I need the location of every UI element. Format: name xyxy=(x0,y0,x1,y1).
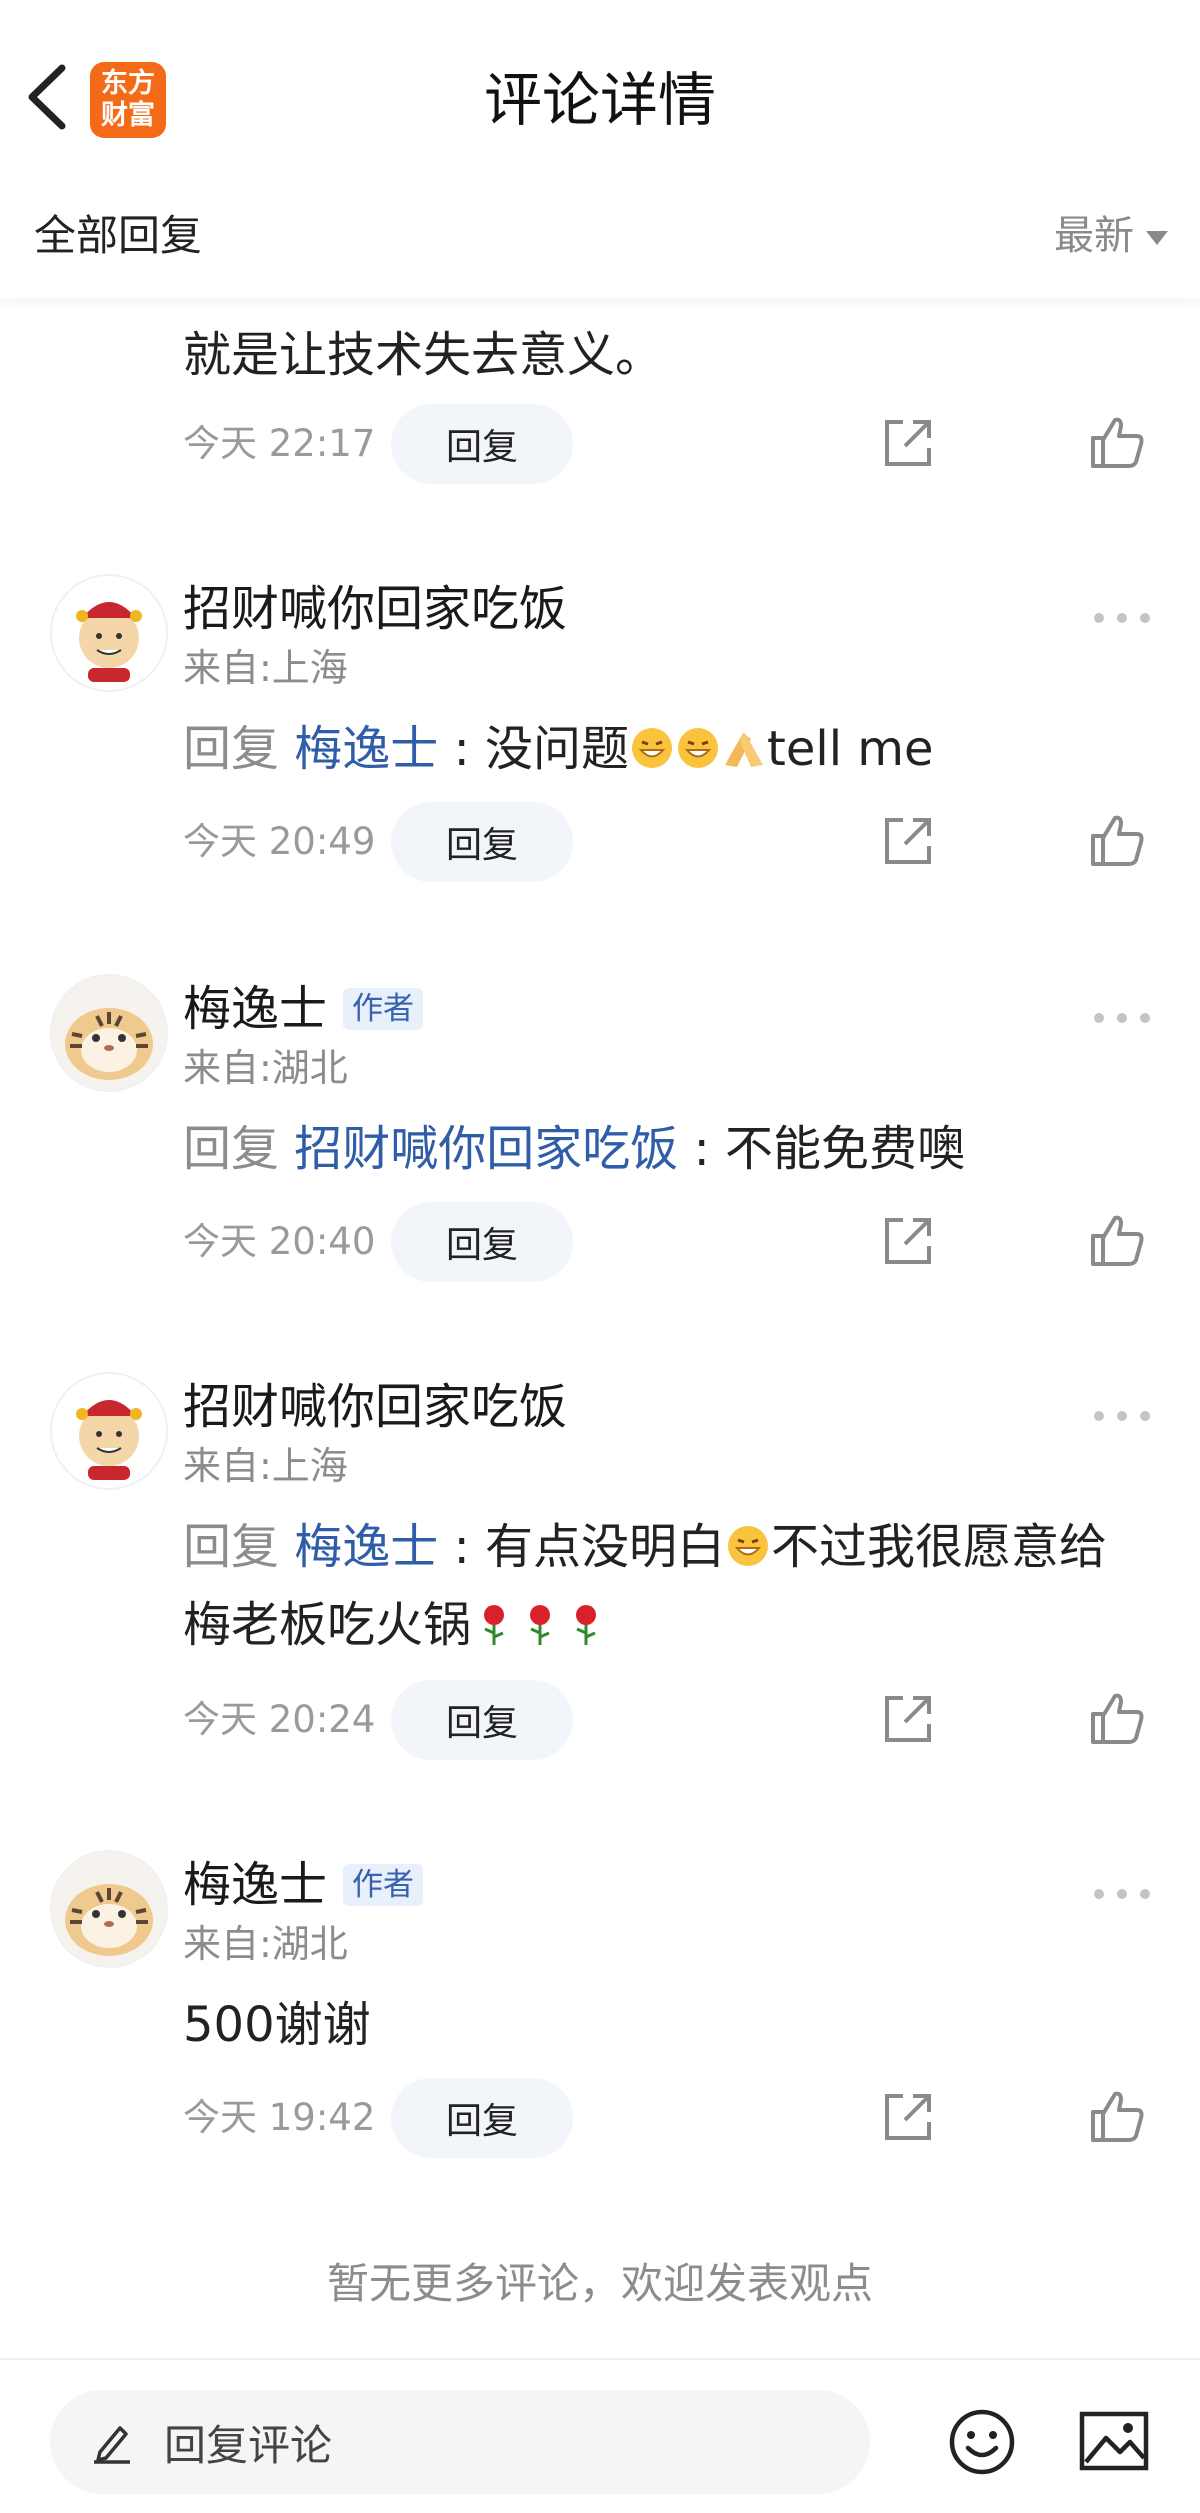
username[interactable]: 梅逸士 作者 xyxy=(183,1854,424,1916)
sort-dropdown[interactable]: 最新 xyxy=(1054,208,1168,264)
avatar[interactable] xyxy=(50,1850,168,1968)
comment-item: 招财喊你回家吃饭 来自:上海 回复 梅逸士 : 没问题 tell me 今天 20… xyxy=(0,560,1200,940)
username-text: 招财喊你回家吃饭 xyxy=(183,1379,568,1435)
share-icon[interactable] xyxy=(881,1692,935,1746)
location: 来自:上海 xyxy=(183,1444,348,1488)
comment-item: 招财喊你回家吃饭 来自:上海 回复 梅逸士 : 有点没明白 不过我很愿意给梅老板吃… xyxy=(0,1358,1200,1798)
comment-body-mid: 不过我很愿意给 xyxy=(771,1519,1108,1575)
avatar[interactable] xyxy=(50,574,168,692)
username-text: 招财喊你回家吃饭 xyxy=(183,581,568,637)
comment-body: : 不能免费噢 xyxy=(693,1121,965,1177)
comment-item: 梅逸士 作者 来自:湖北 回复 招财喊你回家吃饭 : 不能免费噢 今天 20:4… xyxy=(0,960,1200,1340)
comment-body: : 有点没明白 xyxy=(453,1519,725,1575)
grin-emoji xyxy=(632,728,672,768)
share-icon[interactable] xyxy=(881,814,935,868)
author-badge: 作者 xyxy=(343,1864,424,1906)
reply-prefix: 回复 xyxy=(183,721,280,777)
reply-prefix: 回复 xyxy=(183,1121,280,1177)
comment-body: : 没问题 xyxy=(453,721,629,777)
avatar[interactable] xyxy=(50,974,168,1092)
comment-text: 500谢谢 xyxy=(183,1997,371,2053)
username-text: 梅逸士 xyxy=(183,981,328,1037)
comment-meta: 今天 20:40 回复 xyxy=(183,1202,1150,1282)
no-more-comments-note: 暂无更多评论，欢迎发表观点 xyxy=(326,2259,873,2308)
comment-meta: 今天 19:42 回复 xyxy=(183,2078,1150,2158)
comment-text: 回复 招财喊你回家吃饭 : 不能免费噢 xyxy=(183,1110,1150,1188)
comment-body-line2: 梅老板吃火锅 xyxy=(183,1597,472,1653)
comment-body-tail: tell me xyxy=(767,721,934,777)
triangle-down-icon xyxy=(1146,231,1168,245)
username[interactable]: 招财喊你回家吃饭 xyxy=(183,1376,567,1438)
location: 来自:上海 xyxy=(183,646,348,690)
username[interactable]: 招财喊你回家吃饭 xyxy=(183,578,567,640)
mention-link[interactable]: 招财喊你回家吃饭 xyxy=(294,1121,678,1177)
more-icon[interactable] xyxy=(1094,1008,1150,1028)
location: 来自:湖北 xyxy=(183,1046,348,1090)
grin-emoji xyxy=(678,728,718,768)
share-icon[interactable] xyxy=(881,1214,935,1268)
comment-time: 今天 22:17 xyxy=(183,422,376,465)
comment-meta: 今天 22:17 回复 xyxy=(183,404,1150,484)
top-bar: 东方 财富 评论详情 xyxy=(0,0,1200,174)
pray-emoji xyxy=(725,733,763,767)
comment-item: 梅逸士 作者 来自:湖北 500谢谢 今天 19:42 回复 xyxy=(0,1836,1200,2216)
username-text: 梅逸士 xyxy=(183,1857,328,1913)
comment-time: 今天 20:40 xyxy=(183,1220,376,1263)
more-icon[interactable] xyxy=(1094,1884,1150,1904)
reply-input-placeholder: 回复评论 xyxy=(164,2420,333,2470)
comment-text: 回复 梅逸士 : 有点没明白 不过我很愿意给梅老板吃火锅 xyxy=(183,1508,1150,1664)
page-title: 评论详情 xyxy=(483,66,716,134)
comment-time: 今天 20:24 xyxy=(183,1698,376,1741)
share-icon[interactable] xyxy=(881,2090,935,2144)
rose-emoji xyxy=(576,1605,597,1645)
comment-time: 今天 20:49 xyxy=(183,820,376,863)
mention-link[interactable]: 梅逸士 xyxy=(294,721,438,777)
all-replies-label: 全部回复 xyxy=(34,211,203,260)
comment-meta: 今天 20:49 回复 xyxy=(183,802,1150,882)
comment-meta: 今天 20:24 回复 xyxy=(183,1680,1150,1760)
username[interactable]: 梅逸士 作者 xyxy=(183,978,424,1040)
avatar[interactable] xyxy=(50,1372,168,1490)
share-icon[interactable] xyxy=(881,416,935,470)
mention-link[interactable]: 梅逸士 xyxy=(294,1519,438,1575)
reply-prefix: 回复 xyxy=(183,1519,280,1575)
like-icon[interactable] xyxy=(1089,812,1145,868)
reply-button[interactable]: 回复 xyxy=(391,802,573,882)
location: 来自:湖北 xyxy=(183,1922,348,1966)
rose-emoji xyxy=(530,1605,551,1645)
rose-emoji xyxy=(484,1605,505,1645)
reply-input[interactable]: 回复评论 xyxy=(50,2390,870,2494)
reply-button[interactable]: 回复 xyxy=(391,2078,573,2158)
reply-button[interactable]: 回复 xyxy=(391,404,573,484)
emoji-icon[interactable] xyxy=(946,2406,1018,2478)
grin-emoji xyxy=(728,1526,768,1566)
more-icon[interactable] xyxy=(1094,608,1150,628)
image-icon[interactable] xyxy=(1078,2408,1150,2474)
like-icon[interactable] xyxy=(1089,1212,1145,1268)
comment-text: 回复 梅逸士 : 没问题 tell me xyxy=(183,710,1150,788)
sort-label: 最新 xyxy=(1054,213,1134,259)
like-icon[interactable] xyxy=(1089,2088,1145,2144)
bottom-bar: 回复评论 xyxy=(0,2358,1200,2513)
more-icon[interactable] xyxy=(1094,1406,1150,1426)
pen-icon xyxy=(94,2426,130,2464)
sort-bar: 全部回复 最新 xyxy=(0,172,1200,298)
reply-button[interactable]: 回复 xyxy=(391,1202,573,1282)
like-icon[interactable] xyxy=(1089,414,1145,470)
like-icon[interactable] xyxy=(1089,1690,1145,1746)
comment-time: 今天 19:42 xyxy=(183,2096,376,2139)
reply-button[interactable]: 回复 xyxy=(391,1680,573,1760)
comment-item: 就是让技术失去意义。 今天 22:17 回复 xyxy=(0,298,1200,528)
author-badge: 作者 xyxy=(343,988,424,1030)
comment-text: 就是让技术失去意义。 xyxy=(183,327,664,383)
